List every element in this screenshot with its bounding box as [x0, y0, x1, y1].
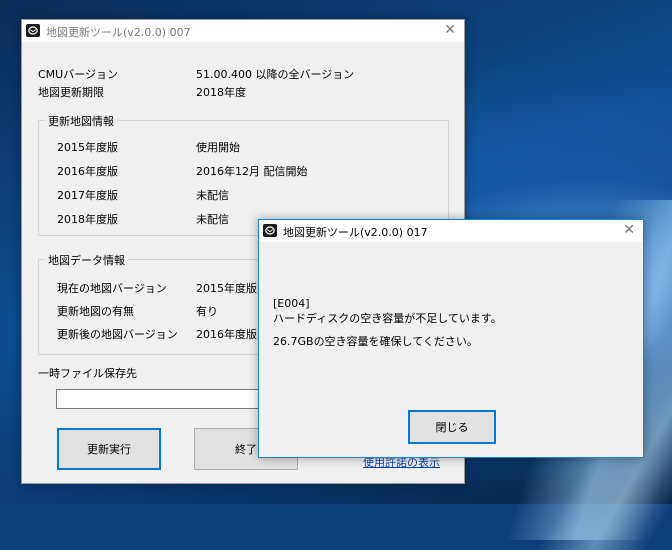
dialog-title: 地図更新ツール(v2.0.0) 017	[283, 226, 428, 239]
update-period-value: 2018年度	[196, 86, 246, 99]
error-message: ハードディスクの空き容量が不足しています。	[273, 312, 502, 325]
cmu-version-label: CMUバージョン	[38, 68, 119, 81]
row-value: 未配信	[196, 189, 229, 202]
close-icon[interactable]: ✕	[444, 23, 456, 37]
group-legend: 更新地図情報	[45, 113, 117, 129]
app-icon	[263, 224, 277, 237]
group-legend: 地図データ情報	[45, 252, 128, 268]
row-value: 2016年度版	[196, 328, 257, 341]
execute-update-button[interactable]: 更新実行	[57, 428, 161, 470]
row-value: 有り	[196, 305, 218, 318]
row-value: 2016年12月 配信開始	[196, 165, 308, 178]
row-label: 更新後の地図バージョン	[57, 328, 178, 341]
close-icon[interactable]: ✕	[623, 223, 635, 237]
app-icon	[26, 24, 40, 37]
row-label: 2017年度版	[57, 189, 118, 202]
button-label: 終了	[235, 443, 257, 456]
button-label: 更新実行	[87, 443, 131, 456]
title-bar[interactable]: 地図更新ツール(v2.0.0) 007 ✕	[22, 20, 464, 42]
row-label: 2016年度版	[57, 165, 118, 178]
temp-folder-label: 一時ファイル保存先	[38, 367, 137, 380]
row-value: 2015年度版	[196, 282, 257, 295]
row-value: 未配信	[196, 213, 229, 226]
row-label: 現在の地図バージョン	[57, 282, 167, 295]
row-label: 2015年度版	[57, 141, 118, 154]
error-dialog: 地図更新ツール(v2.0.0) 017 ✕ [E004] ハードディスクの空き容…	[258, 219, 644, 458]
error-instruction: 26.7GBの空き容量を確保してください。	[273, 335, 478, 348]
close-button[interactable]: 閉じる	[408, 410, 496, 444]
error-code: [E004]	[273, 297, 310, 310]
title-bar[interactable]: 地図更新ツール(v2.0.0) 017 ✕	[259, 220, 643, 242]
button-label: 閉じる	[435, 421, 469, 434]
window-title: 地図更新ツール(v2.0.0) 007	[46, 26, 191, 39]
update-period-label: 地図更新期限	[38, 86, 104, 99]
cmu-version-value: 51.00.400 以降の全バージョン	[196, 68, 355, 81]
row-label: 2018年度版	[57, 213, 118, 226]
row-label: 更新地図の有無	[57, 305, 134, 318]
row-value: 使用開始	[196, 141, 240, 154]
